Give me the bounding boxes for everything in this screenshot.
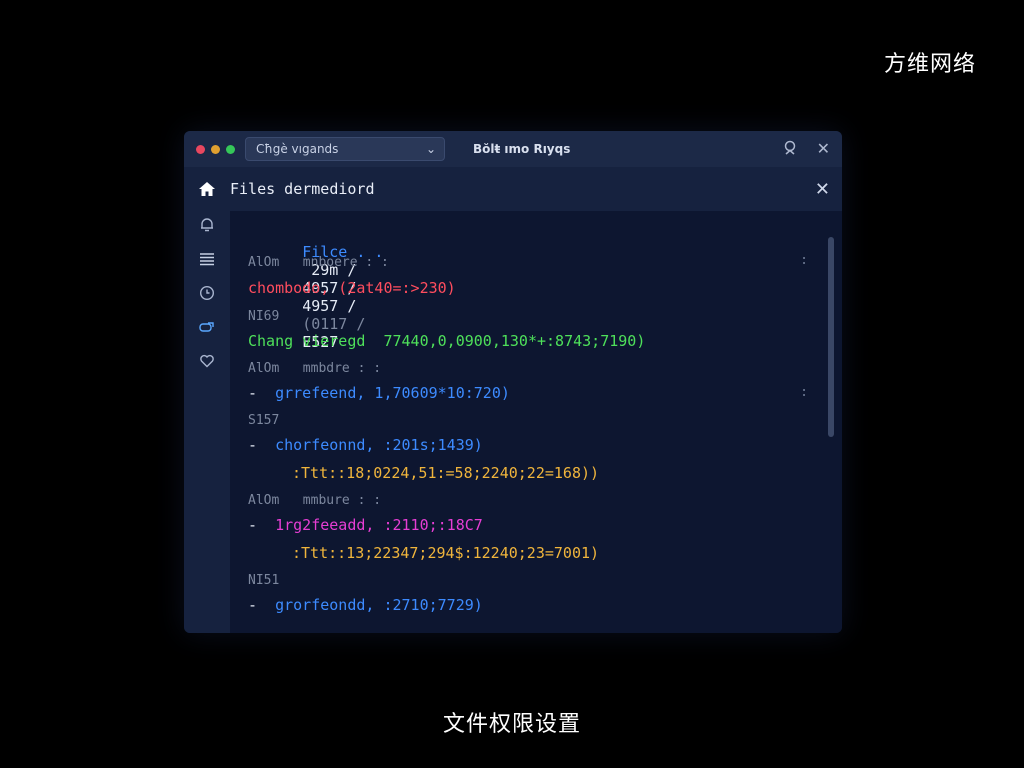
output-line-indented: - chorfeonnd, :201s;1439) xyxy=(248,436,483,454)
row-marker: : xyxy=(800,253,808,268)
bullet-dash: - xyxy=(248,596,258,614)
terminal-window: Cħgè vıgands ⌄ Bŏlŧ ımo Rıyqs ✕ Files de… xyxy=(184,131,842,633)
close-window-button[interactable] xyxy=(196,144,205,154)
output-line-text: 1rg2feeadd, :2110;:18C7 xyxy=(275,516,483,534)
header-col-4: (0117 / xyxy=(302,315,366,333)
caption: 文件权限设置 xyxy=(442,712,581,737)
home-icon[interactable] xyxy=(184,181,230,197)
bullet-dash: - xyxy=(248,384,258,402)
link-icon[interactable] xyxy=(197,317,217,337)
output-line: AlOm mnboere : : xyxy=(248,255,389,270)
output-line: :Ttt::18;0224,51:=58;2240;22=168)) xyxy=(292,464,600,482)
sidebar xyxy=(184,211,230,633)
output-line-text: grorfeondd, :2710;7729) xyxy=(275,596,483,614)
chevron-down-icon: ⌄ xyxy=(425,142,436,156)
output-line: S157 xyxy=(248,413,280,428)
maximize-window-button[interactable] xyxy=(226,144,235,154)
output-line: AlOm mmbure : : xyxy=(248,493,382,508)
row-marker: : xyxy=(800,385,808,400)
window-title: Bŏlŧ ımo Rıyqs xyxy=(473,142,571,156)
bullet-dash: - xyxy=(248,436,258,454)
terminal-output[interactable]: Filce . . 29m / 4957 / 4957 / (0117 / E5… xyxy=(230,211,842,633)
close-icon[interactable]: ✕ xyxy=(817,141,830,157)
output-line-indented: - grorfeondd, :2710;7729) xyxy=(248,596,483,614)
output-line: AlOm mmbdre : : xyxy=(248,361,382,376)
profile-dropdown-label: Cħgè vıgands xyxy=(256,142,339,156)
header-col-3: 4957 / xyxy=(302,297,357,315)
clock-icon[interactable] xyxy=(197,283,217,303)
brand-watermark: 方维网络 xyxy=(883,52,976,77)
list-icon[interactable] xyxy=(197,249,217,269)
output-line: Chang vieregd 77440,0,0900,130*+:8743;71… xyxy=(248,332,646,350)
bullet-dash: - xyxy=(248,516,258,534)
panel-close-icon[interactable]: ✕ xyxy=(815,179,830,200)
profile-dropdown[interactable]: Cħgè vıgands ⌄ xyxy=(245,137,445,161)
title-bar: Cħgè vıgands ⌄ Bŏlŧ ımo Rıyqs ✕ xyxy=(184,131,842,167)
output-line-text: chorfeonnd, :201s;1439) xyxy=(275,436,483,454)
minimize-window-button[interactable] xyxy=(211,144,220,154)
panel-title: Files dermediord xyxy=(230,180,375,198)
panel-header: Files dermediord ✕ xyxy=(184,167,842,211)
heart-icon[interactable] xyxy=(197,351,217,371)
output-line: :Ttt::13;22347;294$:12240;23=7001) xyxy=(292,544,600,562)
scrollbar-thumb[interactable] xyxy=(828,237,834,437)
output-line: NI51 xyxy=(248,573,280,588)
output-line-indented: - grrefeend, 1,70609*10:720) xyxy=(248,384,510,402)
bell-icon[interactable] xyxy=(197,215,217,235)
output-line: chombodo, (2at40=:>230) xyxy=(248,279,456,297)
output-line-indented: - 1rg2feeadd, :2110;:18C7 xyxy=(248,516,483,534)
window-controls xyxy=(196,144,235,154)
search-icon[interactable] xyxy=(783,140,799,159)
output-line: NI69 xyxy=(248,309,280,324)
output-line-text: grrefeend, 1,70609*10:720) xyxy=(275,384,510,402)
